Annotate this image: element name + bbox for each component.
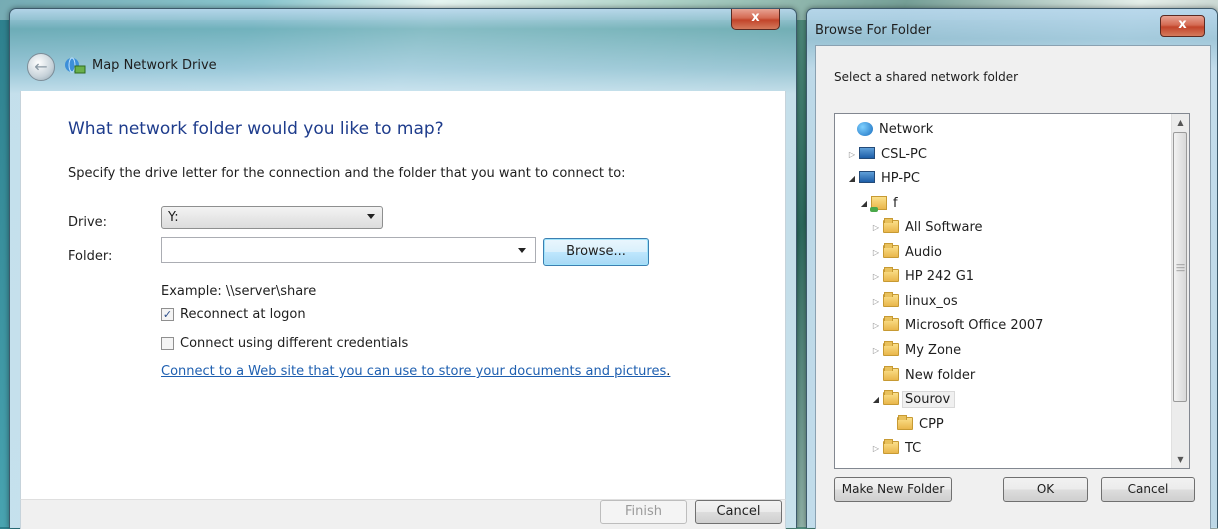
tree-item[interactable]: ▷ Microsoft Office 2007 xyxy=(871,313,1043,337)
expand-arrow-icon[interactable]: ▷ xyxy=(871,223,881,232)
browse-button[interactable]: Browse... xyxy=(543,238,649,266)
folder-icon xyxy=(883,390,899,406)
expand-arrow-icon[interactable]: ▷ xyxy=(871,272,881,281)
tree-item[interactable]: ▷ linux_os xyxy=(871,289,958,313)
folder-icon xyxy=(883,267,899,283)
tree-item-label[interactable]: CSL-PC xyxy=(881,147,927,162)
credentials-checkbox[interactable] xyxy=(161,337,174,350)
make-new-folder-button[interactable]: Make New Folder xyxy=(834,477,952,502)
back-button[interactable]: ← xyxy=(27,53,55,81)
collapse-arrow-icon[interactable]: ◢ xyxy=(847,174,857,183)
collapse-arrow-icon[interactable]: ◢ xyxy=(859,199,869,208)
folder-icon xyxy=(883,316,899,332)
tree-item[interactable]: ◢ f xyxy=(859,191,898,215)
cancel-button[interactable]: Cancel xyxy=(695,500,782,524)
tree-item[interactable]: ▷ All Software xyxy=(871,215,983,239)
tree-item-label[interactable]: HP-PC xyxy=(881,171,920,186)
cancel-button[interactable]: Cancel xyxy=(1101,477,1195,502)
tree-item[interactable]: ▷ CSL-PC xyxy=(847,142,927,166)
credentials-label[interactable]: Connect using different credentials xyxy=(180,336,408,351)
folder-icon xyxy=(883,366,899,382)
folder-icon xyxy=(883,341,899,357)
tree-item[interactable]: Network xyxy=(845,117,933,141)
tree-item-label[interactable]: HP 242 G1 xyxy=(905,269,974,284)
link-suffix: . xyxy=(666,364,671,379)
chevron-down-icon[interactable] xyxy=(518,248,526,253)
tree-item-label[interactable]: My Zone xyxy=(905,343,961,358)
expand-arrow-icon[interactable]: ▷ xyxy=(871,297,881,306)
tree-item[interactable]: ◢ HP-PC xyxy=(847,166,920,190)
scroll-up-arrow-icon[interactable]: ▲ xyxy=(1172,114,1189,131)
reconnect-checkbox[interactable]: ✓ xyxy=(161,308,174,321)
drive-label: Drive: xyxy=(68,215,108,230)
map-drive-icon xyxy=(64,56,86,76)
tree-item[interactable]: ◢ Sourov xyxy=(871,387,956,411)
content-area: What network folder would you like to ma… xyxy=(20,91,786,499)
example-text: Example: \\server\share xyxy=(161,284,317,299)
folder-tree[interactable]: Network ▷ CSL-PC ◢ HP-PC ◢ f ▷ All Software ▷ Audi… xyxy=(834,113,1190,469)
shared-folder-icon xyxy=(870,196,887,212)
tree-item-label[interactable]: All Software xyxy=(905,220,983,235)
tree-item-label[interactable]: f xyxy=(893,196,898,211)
web-site-link[interactable]: Connect to a Web site that you can use t… xyxy=(161,364,666,379)
folder-label: Folder: xyxy=(68,249,113,264)
tree-item-label[interactable]: Microsoft Office 2007 xyxy=(905,318,1043,333)
computer-icon xyxy=(859,171,875,185)
drive-dropdown[interactable]: Y: xyxy=(161,206,383,229)
expand-arrow-icon[interactable]: ▷ xyxy=(847,150,857,159)
ok-button[interactable]: OK xyxy=(1003,477,1088,502)
network-icon xyxy=(857,122,873,136)
page-heading: What network folder would you like to ma… xyxy=(68,119,444,139)
tree-item-label[interactable]: Sourov xyxy=(902,390,956,408)
vertical-scrollbar[interactable]: ▲ — — — ▼ xyxy=(1171,114,1189,468)
folder-icon xyxy=(883,218,899,234)
folder-icon xyxy=(883,243,899,259)
reconnect-option[interactable]: ✓ Reconnect at logon xyxy=(161,307,306,322)
credentials-option[interactable]: Connect using different credentials xyxy=(161,336,408,351)
tree-item-label[interactable]: linux_os xyxy=(905,294,958,309)
folder-icon xyxy=(883,292,899,308)
drive-value: Y: xyxy=(168,210,179,225)
instruction-text: Specify the drive letter for the connect… xyxy=(68,166,626,181)
close-button[interactable]: x xyxy=(731,9,780,30)
window-title: Browse For Folder xyxy=(815,23,932,38)
tree-item[interactable]: ▷ TC xyxy=(871,436,921,460)
folder-input[interactable] xyxy=(161,237,536,263)
tree-item[interactable]: ▷ HP 242 G1 xyxy=(871,264,974,288)
expand-arrow-icon[interactable]: ▷ xyxy=(871,248,881,257)
web-site-link-row: Connect to a Web site that you can use t… xyxy=(161,364,670,379)
folder-icon xyxy=(897,415,913,431)
finish-button[interactable]: Finish xyxy=(600,500,687,524)
tree-item[interactable]: ▷ My Zone xyxy=(871,338,961,362)
expand-arrow-icon[interactable]: ▷ xyxy=(871,346,881,355)
close-button[interactable]: x xyxy=(1160,15,1205,37)
prompt-text: Select a shared network folder xyxy=(834,70,1019,84)
tree-item[interactable]: ▷ Audio xyxy=(871,240,942,264)
tree-item-label[interactable]: TC xyxy=(905,441,921,456)
expand-arrow-icon[interactable]: ▷ xyxy=(871,321,881,330)
grip-icon: — — — xyxy=(1176,260,1185,276)
expand-arrow-icon[interactable]: ▷ xyxy=(871,444,881,453)
tree-item[interactable]: CPP xyxy=(885,412,944,436)
tree-item-label[interactable]: Network xyxy=(879,122,933,137)
window-title: Map Network Drive xyxy=(92,58,217,73)
scroll-down-arrow-icon[interactable]: ▼ xyxy=(1172,451,1189,468)
reconnect-label[interactable]: Reconnect at logon xyxy=(180,307,306,322)
computer-icon xyxy=(859,147,875,161)
collapse-arrow-icon[interactable]: ◢ xyxy=(871,395,881,404)
tree-item-label[interactable]: CPP xyxy=(919,417,944,432)
tree-item[interactable]: New folder xyxy=(871,363,975,387)
chevron-down-icon xyxy=(367,214,375,219)
folder-icon xyxy=(883,439,899,455)
map-network-drive-window: x ← Map Network Drive What network folde… xyxy=(9,8,797,529)
tree-item-label[interactable]: Audio xyxy=(905,245,942,260)
tree-item-label[interactable]: New folder xyxy=(905,368,975,383)
